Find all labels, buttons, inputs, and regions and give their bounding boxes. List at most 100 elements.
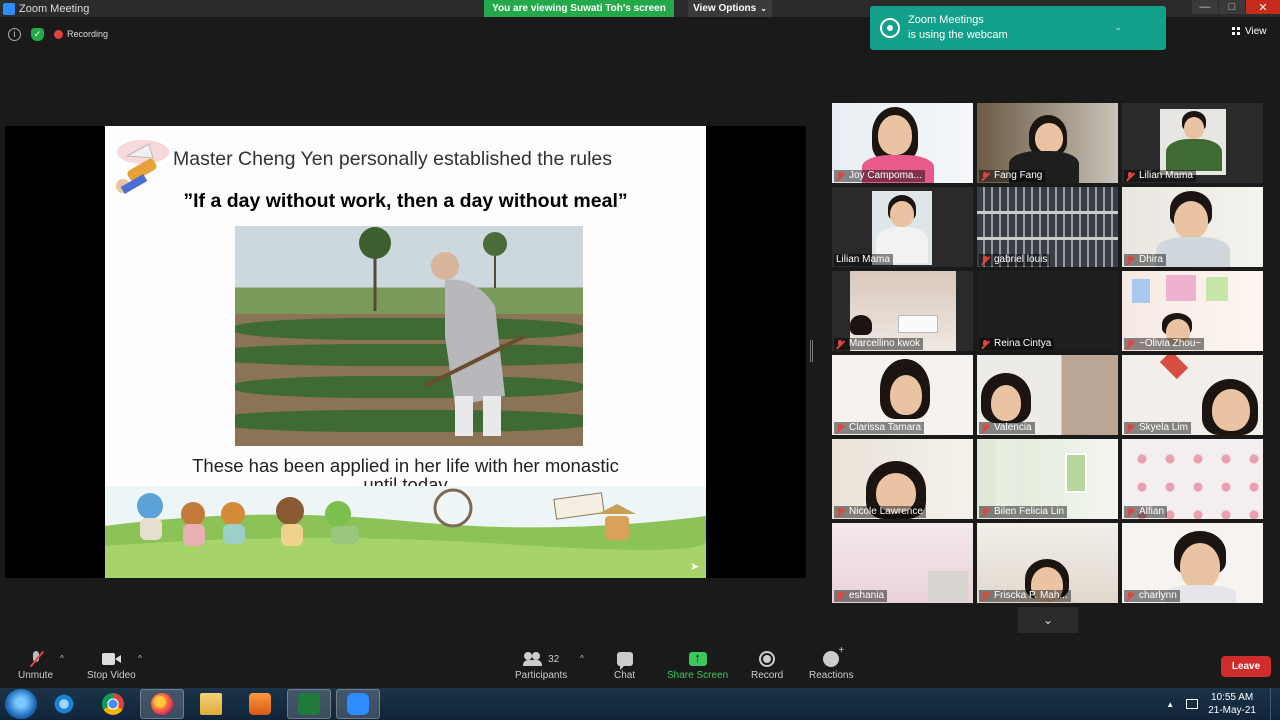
- slide-title: Master Cheng Yen personally established …: [173, 148, 613, 170]
- participant-name-label: Skyela Lim: [1124, 422, 1191, 434]
- clock-time: 10:55 AM: [1210, 692, 1254, 703]
- chat-label: Chat: [614, 670, 636, 681]
- gallery-next-page-button[interactable]: ⌄: [1018, 607, 1078, 633]
- participant-name-label: charlynn: [1124, 590, 1180, 602]
- record-icon: [759, 651, 776, 667]
- show-hidden-icons-caret[interactable]: ▲: [1166, 700, 1174, 709]
- participant-tile[interactable]: Valencia: [977, 355, 1118, 435]
- leave-meeting-button[interactable]: Leave: [1221, 656, 1271, 677]
- participant-tile-active-speaker[interactable]: Lilian Mama: [832, 187, 973, 267]
- audio-options-caret[interactable]: ^: [60, 654, 64, 663]
- meeting-info-row: i ✓ Recording: [8, 26, 108, 42]
- video-options-caret[interactable]: ^: [138, 654, 142, 663]
- participant-tile[interactable]: Joy Campoma...: [832, 103, 973, 183]
- minimize-button[interactable]: —: [1192, 0, 1218, 14]
- participant-tile[interactable]: eshania: [832, 523, 973, 603]
- share-screen-button[interactable]: Share Screen: [667, 650, 728, 681]
- participant-tile[interactable]: charlynn: [1122, 523, 1263, 603]
- taskbar-excel[interactable]: [287, 689, 331, 719]
- mic-muted-icon: [1126, 423, 1134, 433]
- participants-icon: [523, 652, 543, 666]
- taskbar-firefox[interactable]: [140, 689, 184, 719]
- view-button-label: View: [1245, 26, 1267, 37]
- participant-tile[interactable]: Skyela Lim: [1122, 355, 1263, 435]
- webcam-notification[interactable]: Zoom Meetings is using the webcam ⌄: [870, 6, 1166, 50]
- excel-icon: [298, 693, 320, 715]
- mic-muted-icon: [981, 591, 989, 601]
- participant-name-label: Valencia: [979, 422, 1035, 434]
- participant-name-label: Bilen Felicia Lin: [979, 506, 1068, 518]
- unmute-label: Unmute: [18, 670, 54, 681]
- participant-name-label: Marcellino kwok: [834, 338, 924, 350]
- notification-line-2: is using the webcam: [908, 29, 1008, 41]
- chat-bubble-icon: [616, 652, 633, 670]
- tree-illustration: [359, 227, 391, 311]
- viewing-screen-banner: You are viewing Suwati Toh's screen: [484, 0, 674, 17]
- taskbar-chrome[interactable]: [91, 689, 135, 719]
- reactions-label: Reactions: [809, 670, 854, 681]
- participant-name-label: Joy Campoma...: [834, 170, 925, 182]
- zoom-icon: [347, 693, 369, 715]
- view-options-button[interactable]: View Options ⌄: [688, 0, 772, 17]
- participant-tile[interactable]: Lilian Mama: [1122, 103, 1263, 183]
- share-screen-icon: [688, 650, 707, 666]
- meeting-controls-toolbar: Unmute ^ Stop Video ^ 32 Participants ^ …: [0, 640, 1280, 688]
- participants-options-caret[interactable]: ^: [580, 654, 584, 663]
- mic-muted-icon: [981, 339, 989, 349]
- view-options-label: View Options: [693, 3, 757, 14]
- chevron-down-icon: ⌄: [760, 4, 767, 13]
- mic-muted-icon: [1126, 591, 1134, 601]
- participant-name-label: eshania: [834, 590, 888, 602]
- participant-tile[interactable]: Alfian: [1122, 439, 1263, 519]
- microphone-muted-icon: [27, 650, 45, 668]
- participant-tile[interactable]: Bilen Felicia Lin: [977, 439, 1118, 519]
- network-icon[interactable]: [1186, 699, 1199, 709]
- meadow-illustration: [105, 486, 706, 578]
- view-button[interactable]: View: [1232, 26, 1267, 37]
- reactions-button[interactable]: Reactions: [809, 645, 854, 681]
- record-button[interactable]: Record: [751, 650, 783, 681]
- participant-tile[interactable]: Clarissa Tamara: [832, 355, 973, 435]
- crop-row: [235, 318, 583, 340]
- windows-taskbar: ▲ 10:55 AM 21-May-21: [0, 688, 1280, 720]
- participant-tile[interactable]: Nicole Lawrence: [832, 439, 973, 519]
- participant-tile[interactable]: gabriel louis: [977, 187, 1118, 267]
- show-desktop-button[interactable]: [1270, 688, 1280, 720]
- folder-icon: [200, 693, 222, 715]
- chevron-down-icon[interactable]: ⌄: [1114, 22, 1122, 33]
- participants-button[interactable]: 32 Participants: [515, 650, 567, 681]
- participant-tile[interactable]: Fang Fang: [977, 103, 1118, 183]
- participant-name-label: Clarissa Tamara: [834, 422, 925, 434]
- participant-tile[interactable]: Dhira: [1122, 187, 1263, 267]
- participants-label: Participants: [515, 670, 568, 681]
- taskbar-internet-explorer[interactable]: [42, 689, 86, 719]
- zoom-app-icon: [3, 2, 15, 15]
- close-button[interactable]: ✕: [1246, 0, 1280, 14]
- taskbar-media-player[interactable]: [238, 689, 282, 719]
- taskbar-clock[interactable]: 10:55 AM 21-May-21: [1208, 691, 1256, 717]
- monk-farming-photo: [235, 226, 583, 446]
- stop-video-label: Stop Video: [87, 670, 136, 681]
- split-view-divider[interactable]: [810, 340, 813, 362]
- participant-tile-video-off[interactable]: Reina Cintya: [977, 271, 1118, 351]
- start-button[interactable]: [5, 689, 37, 719]
- slide-quote: ”If a day without work, then a day witho…: [183, 190, 628, 212]
- maximize-button[interactable]: □: [1219, 0, 1245, 14]
- participant-tile[interactable]: Marcellino kwok: [832, 271, 973, 351]
- participant-tile[interactable]: Friscka P. Mah...: [977, 523, 1118, 603]
- mic-muted-icon: [836, 339, 844, 349]
- participant-name-label: gabriel louis: [979, 254, 1051, 266]
- shield-icon[interactable]: ✓: [31, 27, 44, 41]
- participant-tile[interactable]: ~Olivia Zhou~: [1122, 271, 1263, 351]
- chat-button[interactable]: Chat: [614, 650, 635, 681]
- shared-screen[interactable]: Master Cheng Yen personally established …: [5, 126, 806, 578]
- taskbar-zoom[interactable]: [336, 689, 380, 719]
- taskbar-file-explorer[interactable]: [189, 689, 233, 719]
- recording-indicator[interactable]: Recording: [54, 29, 108, 39]
- stop-video-button[interactable]: Stop Video: [87, 650, 136, 681]
- grid-icon: [1232, 27, 1241, 36]
- mic-muted-icon: [1126, 339, 1134, 349]
- crop-row: [235, 410, 583, 432]
- info-icon[interactable]: i: [8, 27, 21, 41]
- unmute-button[interactable]: Unmute: [18, 650, 53, 681]
